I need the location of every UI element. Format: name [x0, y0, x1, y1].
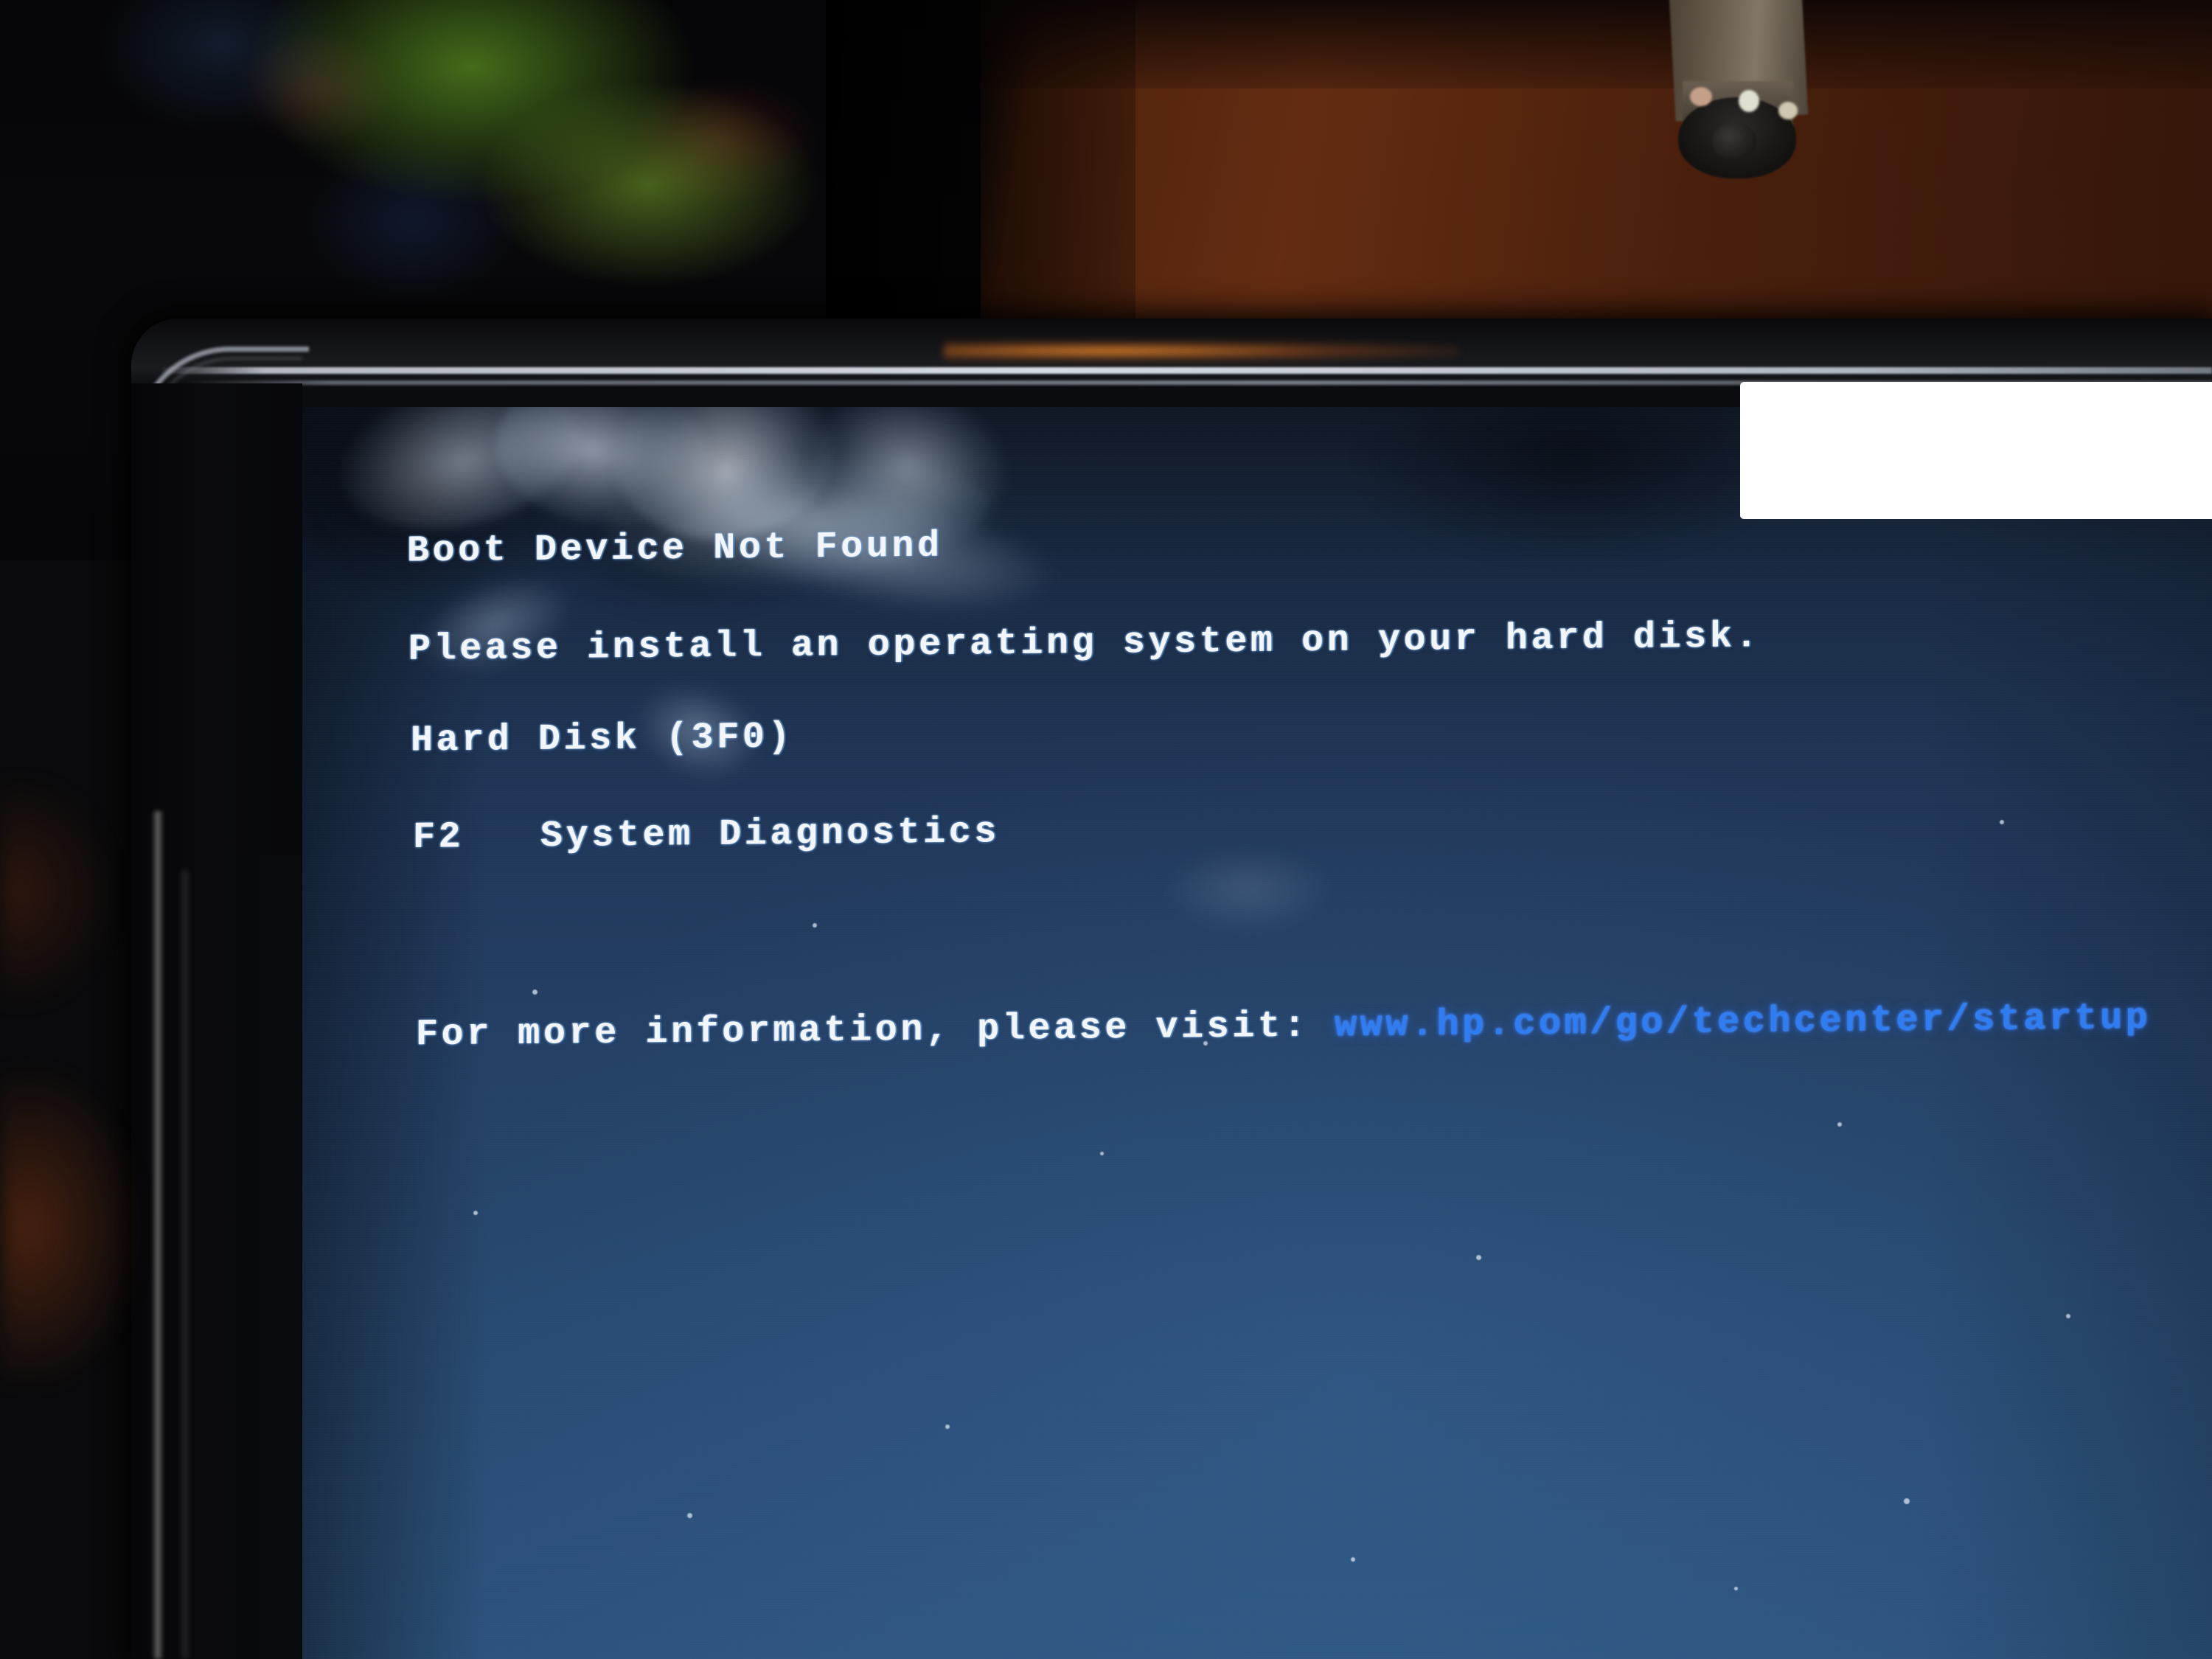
- wall-shadow: [981, 0, 2212, 88]
- photograph-of-laptop-screen: Boot Device Not Found Please install an …: [0, 0, 2212, 1659]
- bios-title: Boot Device Not Found: [407, 525, 943, 573]
- bios-option-label: System Diagnostics: [540, 811, 1000, 858]
- laptop-screen: Boot Device Not Found Please install an …: [296, 407, 2212, 1659]
- bios-option-spacer: [464, 815, 540, 858]
- caster-bolt-left: [1690, 87, 1712, 106]
- bezel-edge-highlight: [162, 367, 2212, 374]
- bios-footer-row: For more information, please visit: www.…: [416, 998, 2151, 1057]
- caster-hub: [1712, 122, 1756, 161]
- ambient-warm-glow-lower-left: [0, 1069, 140, 1386]
- laptop-left-bezel-inner: [243, 855, 301, 1659]
- bios-message-block: Boot Device Not Found Please install an …: [296, 407, 2212, 1659]
- white-redaction-rectangle: [1740, 382, 2212, 519]
- hp-support-url-link[interactable]: www.hp.com/go/techcenter/startup: [1335, 998, 2151, 1048]
- bios-error-code: Hard Disk (3F0): [411, 716, 794, 762]
- ambient-warm-glow-mid-left: [0, 782, 111, 1003]
- bezel-warm-reflection: [944, 341, 1460, 361]
- bios-instruction: Please install an operating system on yo…: [408, 616, 1761, 671]
- bios-option-key: F2: [413, 816, 465, 859]
- bios-option-row[interactable]: F2 System Diagnostics: [413, 811, 1000, 859]
- bezel-left-highlight-secondary: [181, 870, 189, 1659]
- bios-footer-prefix: For more information, please visit:: [416, 1005, 1335, 1057]
- bezel-left-highlight: [152, 811, 164, 1659]
- caster-bolt-center: [1739, 90, 1759, 112]
- caster-bolt-right: [1778, 102, 1798, 119]
